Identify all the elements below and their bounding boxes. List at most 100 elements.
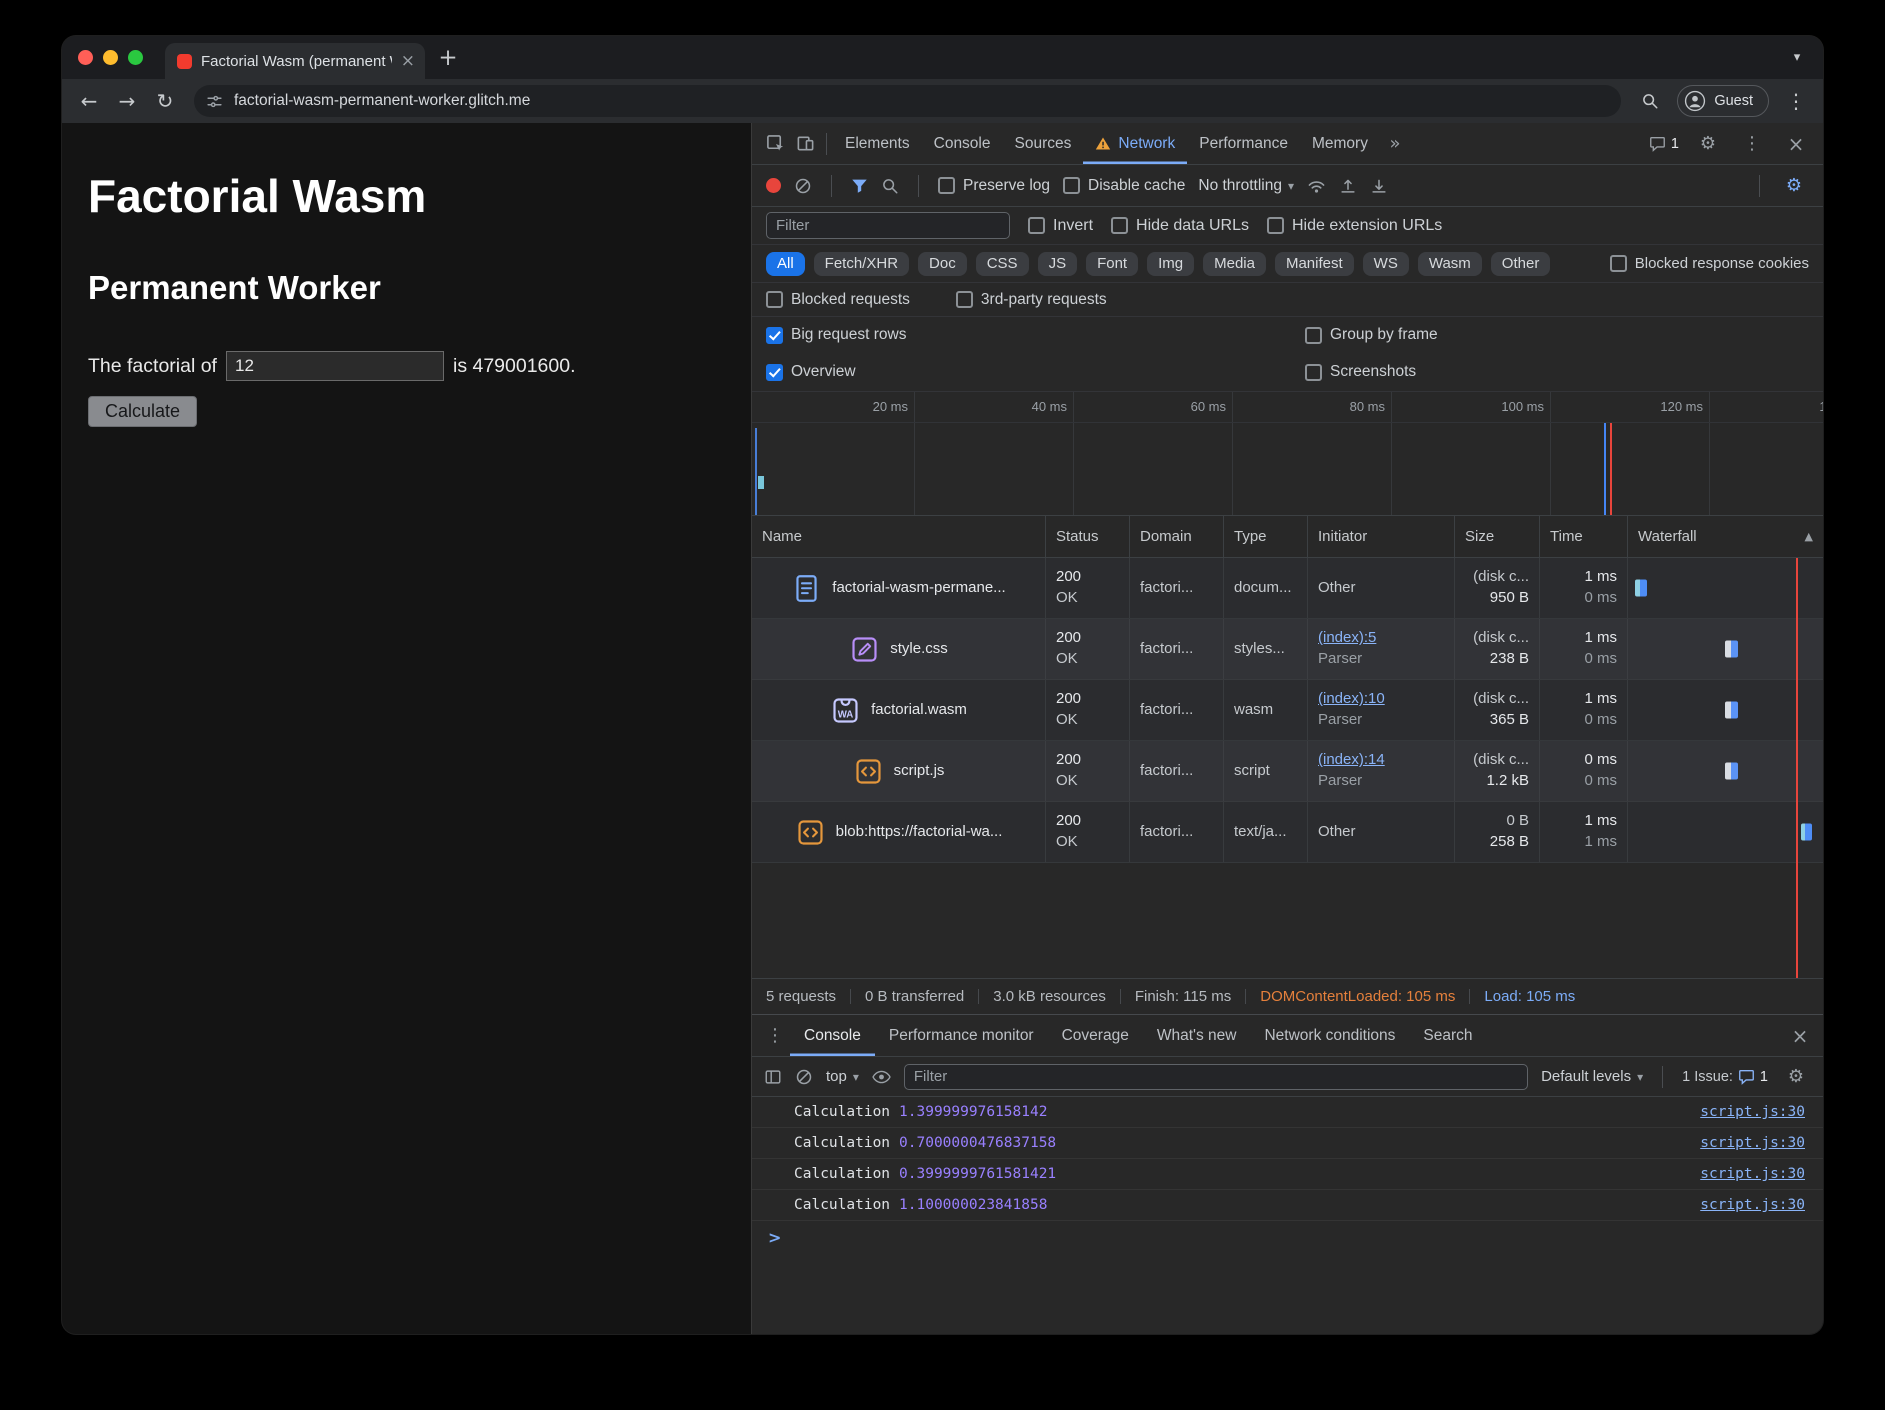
tab-elements[interactable]: Elements (833, 123, 922, 164)
device-toolbar-icon[interactable] (790, 129, 820, 159)
throttling-dropdown[interactable]: No throttling ▾ (1198, 177, 1294, 195)
devtools-close-icon[interactable]: × (1781, 129, 1811, 159)
screenshots-checkbox[interactable]: Screenshots (1305, 363, 1416, 381)
drawer-menu-icon[interactable]: ⋮ (760, 1021, 790, 1051)
log-levels-dropdown[interactable]: Default levels ▾ (1541, 1068, 1643, 1085)
table-row[interactable]: WA factorial.wasm 200OK factori... wasm … (752, 680, 1823, 741)
import-har-icon[interactable] (1370, 177, 1388, 195)
column-time[interactable]: Time (1540, 516, 1628, 557)
tab-close-icon[interactable]: × (401, 53, 415, 70)
clear-console-icon[interactable] (795, 1068, 813, 1086)
devtools-menu-icon[interactable]: ⋮ (1737, 129, 1767, 159)
back-button[interactable]: ← (72, 84, 106, 118)
initiator-link[interactable]: (index):14 (1318, 751, 1444, 770)
hide-data-urls-checkbox[interactable]: Hide data URLs (1111, 217, 1249, 235)
zoom-icon[interactable] (1633, 84, 1667, 118)
filter-font[interactable]: Font (1086, 252, 1138, 276)
source-link[interactable]: script.js:30 (1700, 1104, 1805, 1120)
checkbox[interactable] (1267, 217, 1284, 234)
table-row[interactable]: style.css 200OK factori... styles... (in… (752, 619, 1823, 680)
checkbox-checked[interactable] (766, 364, 783, 381)
hide-extension-urls-checkbox[interactable]: Hide extension URLs (1267, 217, 1442, 235)
disable-cache-checkbox[interactable]: Disable cache (1063, 177, 1185, 195)
tab-search-button[interactable]: ▾ (1783, 44, 1811, 72)
blocked-response-cookies-checkbox[interactable]: Blocked response cookies (1610, 255, 1809, 272)
calculate-button[interactable]: Calculate (88, 396, 197, 427)
filter-doc[interactable]: Doc (918, 252, 967, 276)
record-network-log-button[interactable] (766, 178, 781, 193)
source-link[interactable]: script.js:30 (1700, 1166, 1805, 1182)
big-request-rows-checkbox[interactable]: Big request rows (766, 326, 906, 344)
filter-fetch-xhr[interactable]: Fetch/XHR (814, 252, 909, 276)
checkbox[interactable] (956, 291, 973, 308)
console-sidebar-icon[interactable] (764, 1068, 782, 1086)
console-settings-gear-icon[interactable]: ⚙ (1781, 1062, 1811, 1092)
console-filter-input[interactable] (904, 1064, 1528, 1090)
network-overview-timeline[interactable]: 20 ms 40 ms 60 ms 80 ms 100 ms 120 ms 14… (752, 391, 1823, 516)
browser-menu-icon[interactable]: ⋮ (1779, 84, 1813, 118)
checkbox[interactable] (1305, 364, 1322, 381)
inspect-element-icon[interactable] (760, 129, 790, 159)
source-link[interactable]: script.js:30 (1700, 1135, 1805, 1151)
checkbox[interactable] (1610, 255, 1627, 272)
drawer-tab-coverage[interactable]: Coverage (1048, 1015, 1143, 1056)
close-window-button[interactable] (78, 50, 93, 65)
new-tab-button[interactable]: + (433, 43, 463, 73)
checkbox[interactable] (766, 291, 783, 308)
filter-manifest[interactable]: Manifest (1275, 252, 1354, 276)
filter-ws[interactable]: WS (1363, 252, 1409, 276)
checkbox-checked[interactable] (766, 327, 783, 344)
filter-media[interactable]: Media (1203, 252, 1266, 276)
minimize-window-button[interactable] (103, 50, 118, 65)
tab-console[interactable]: Console (922, 123, 1003, 164)
console-empty-area[interactable] (752, 1253, 1823, 1334)
drawer-tab-console[interactable]: Console (790, 1015, 875, 1056)
checkbox[interactable] (1305, 327, 1322, 344)
blocked-requests-checkbox[interactable]: Blocked requests (766, 291, 910, 309)
forward-button[interactable]: → (110, 84, 144, 118)
zoom-window-button[interactable] (128, 50, 143, 65)
factorial-input[interactable] (226, 351, 444, 381)
filter-js[interactable]: JS (1038, 252, 1078, 276)
console-issues-indicator[interactable]: 1 Issue: 1 (1682, 1069, 1768, 1085)
checkbox[interactable] (1111, 217, 1128, 234)
console-prompt[interactable]: > (752, 1221, 1823, 1253)
drawer-close-icon[interactable]: × (1785, 1021, 1815, 1051)
tab-network[interactable]: Network (1083, 123, 1187, 164)
filter-img[interactable]: Img (1147, 252, 1194, 276)
preserve-log-checkbox[interactable]: Preserve log (938, 177, 1050, 195)
tab-performance[interactable]: Performance (1187, 123, 1300, 164)
third-party-requests-checkbox[interactable]: 3rd-party requests (956, 291, 1107, 309)
column-name[interactable]: Name (752, 516, 1046, 557)
drawer-tab-network-conditions[interactable]: Network conditions (1250, 1015, 1409, 1056)
network-filter-input[interactable] (766, 212, 1010, 239)
more-tabs-icon[interactable]: » (1380, 129, 1410, 159)
browser-tab[interactable]: Factorial Wasm (permanent W × (165, 43, 425, 79)
site-settings-icon[interactable] (206, 93, 223, 110)
checkbox[interactable] (1028, 217, 1045, 234)
console-message[interactable]: Calculation 0.3999999761581421 script.js… (752, 1159, 1823, 1190)
column-domain[interactable]: Domain (1130, 516, 1224, 557)
address-bar[interactable]: factorial-wasm-permanent-worker.glitch.m… (194, 85, 1621, 117)
filter-funnel-icon[interactable] (851, 178, 868, 194)
filter-other[interactable]: Other (1491, 252, 1551, 276)
reload-button[interactable]: ↻ (148, 84, 182, 118)
table-row[interactable]: blob:https://factorial-wa... 200OK facto… (752, 802, 1823, 863)
column-status[interactable]: Status (1046, 516, 1130, 557)
drawer-tab-whats-new[interactable]: What's new (1143, 1015, 1251, 1056)
column-waterfall[interactable]: Waterfall ▲ (1628, 516, 1823, 557)
column-type[interactable]: Type (1224, 516, 1308, 557)
column-initiator[interactable]: Initiator (1308, 516, 1455, 557)
tab-memory[interactable]: Memory (1300, 123, 1380, 164)
live-expression-eye-icon[interactable] (872, 1069, 891, 1085)
table-row[interactable]: script.js 200OK factori... script (index… (752, 741, 1823, 802)
console-message[interactable]: Calculation 1.100000023841858 script.js:… (752, 1190, 1823, 1221)
issues-indicator[interactable]: 1 (1649, 136, 1679, 152)
invert-checkbox[interactable]: Invert (1028, 217, 1093, 235)
source-link[interactable]: script.js:30 (1700, 1197, 1805, 1213)
export-har-icon[interactable] (1339, 177, 1357, 195)
tab-sources[interactable]: Sources (1003, 123, 1084, 164)
clear-network-log-icon[interactable] (794, 177, 812, 195)
group-by-frame-checkbox[interactable]: Group by frame (1305, 326, 1438, 344)
profile-button[interactable]: Guest (1677, 85, 1769, 117)
